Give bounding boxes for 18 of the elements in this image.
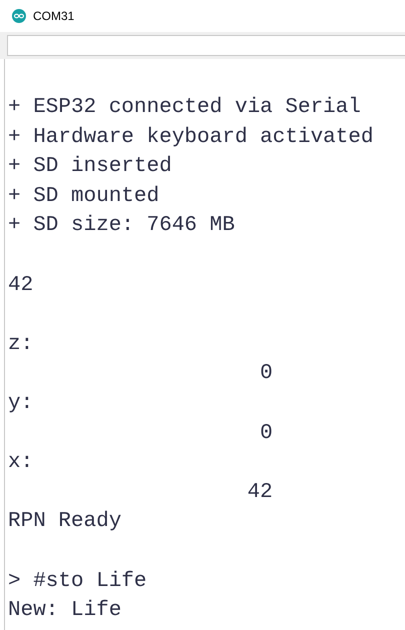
output-line: + SD inserted	[8, 154, 172, 180]
output-value: 0	[259, 361, 273, 388]
output-line: > #sto Life	[8, 568, 147, 594]
output-line: + SD size: 7646 MB	[8, 213, 235, 240]
window-title: COM31	[33, 9, 74, 23]
output-value: 42	[246, 480, 273, 506]
app-logo-icon	[12, 9, 26, 23]
output-line: x:	[8, 450, 34, 476]
output-value: 0	[259, 420, 273, 447]
output-line: z:	[8, 332, 34, 358]
input-field[interactable]	[7, 35, 405, 56]
output-line: y:	[8, 390, 34, 417]
output-line: RPN Ready	[8, 509, 122, 536]
output-line: New: Life	[8, 598, 122, 624]
output-line: + SD mounted	[8, 184, 160, 210]
output-line: + ESP32 connected via Serial	[8, 95, 361, 121]
output-line: 42	[8, 272, 34, 299]
output-line: + Hardware keyboard activated	[8, 124, 374, 151]
